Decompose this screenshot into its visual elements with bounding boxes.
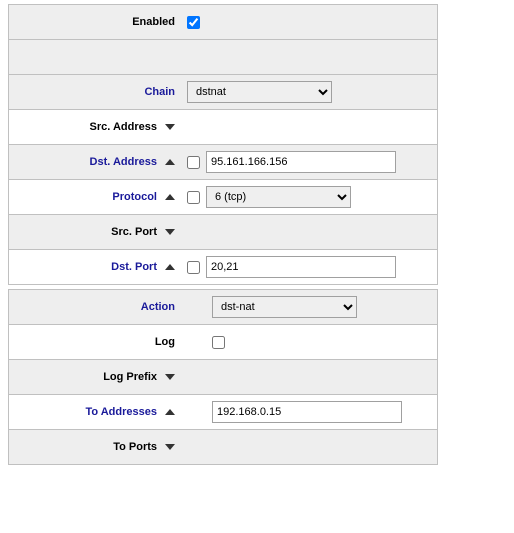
row-to-addresses: To Addresses bbox=[9, 394, 437, 429]
row-src-address: Src. Address bbox=[9, 109, 437, 144]
dst-address-negate-checkbox[interactable] bbox=[187, 156, 200, 169]
row-log: Log bbox=[9, 324, 437, 359]
label-dst-address[interactable]: Dst. Address bbox=[90, 156, 157, 168]
dst-port-negate-checkbox[interactable] bbox=[187, 261, 200, 274]
dst-port-input[interactable] bbox=[206, 256, 396, 278]
label-enabled: Enabled bbox=[132, 16, 175, 28]
label-action[interactable]: Action bbox=[141, 301, 175, 313]
expand-icon[interactable] bbox=[165, 124, 175, 130]
protocol-select[interactable]: 6 (tcp) bbox=[206, 186, 351, 208]
row-log-prefix: Log Prefix bbox=[9, 359, 437, 394]
row-dst-port: Dst. Port bbox=[9, 249, 437, 284]
label-src-address: Src. Address bbox=[90, 121, 157, 133]
row-dst-address: Dst. Address bbox=[9, 144, 437, 179]
row-action: Action dst-nat bbox=[9, 290, 437, 324]
label-to-ports: To Ports bbox=[113, 441, 157, 453]
general-section: Enabled Chain dstnat Src. Address Dst. A… bbox=[8, 4, 438, 285]
to-addresses-input[interactable] bbox=[212, 401, 402, 423]
action-select[interactable]: dst-nat bbox=[212, 296, 357, 318]
expand-icon[interactable] bbox=[165, 374, 175, 380]
dst-address-input[interactable] bbox=[206, 151, 396, 173]
label-chain[interactable]: Chain bbox=[144, 86, 175, 98]
log-checkbox[interactable] bbox=[212, 336, 225, 349]
row-to-ports: To Ports bbox=[9, 429, 437, 464]
action-section: Action dst-nat Log Log Prefix To Address… bbox=[8, 289, 438, 465]
collapse-icon[interactable] bbox=[165, 264, 175, 270]
expand-icon[interactable] bbox=[165, 444, 175, 450]
blank-row bbox=[9, 39, 437, 74]
row-protocol: Protocol 6 (tcp) bbox=[9, 179, 437, 214]
collapse-icon[interactable] bbox=[165, 194, 175, 200]
label-log: Log bbox=[155, 336, 175, 348]
collapse-icon[interactable] bbox=[165, 159, 175, 165]
row-src-port: Src. Port bbox=[9, 214, 437, 249]
label-src-port: Src. Port bbox=[111, 226, 157, 238]
label-to-addresses[interactable]: To Addresses bbox=[85, 406, 157, 418]
row-chain: Chain dstnat bbox=[9, 74, 437, 109]
label-protocol[interactable]: Protocol bbox=[112, 191, 157, 203]
expand-icon[interactable] bbox=[165, 229, 175, 235]
chain-select[interactable]: dstnat bbox=[187, 81, 332, 103]
label-log-prefix: Log Prefix bbox=[103, 371, 157, 383]
label-dst-port[interactable]: Dst. Port bbox=[111, 261, 157, 273]
collapse-icon[interactable] bbox=[165, 409, 175, 415]
enabled-checkbox[interactable] bbox=[187, 16, 200, 29]
row-enabled: Enabled bbox=[9, 5, 437, 39]
protocol-negate-checkbox[interactable] bbox=[187, 191, 200, 204]
